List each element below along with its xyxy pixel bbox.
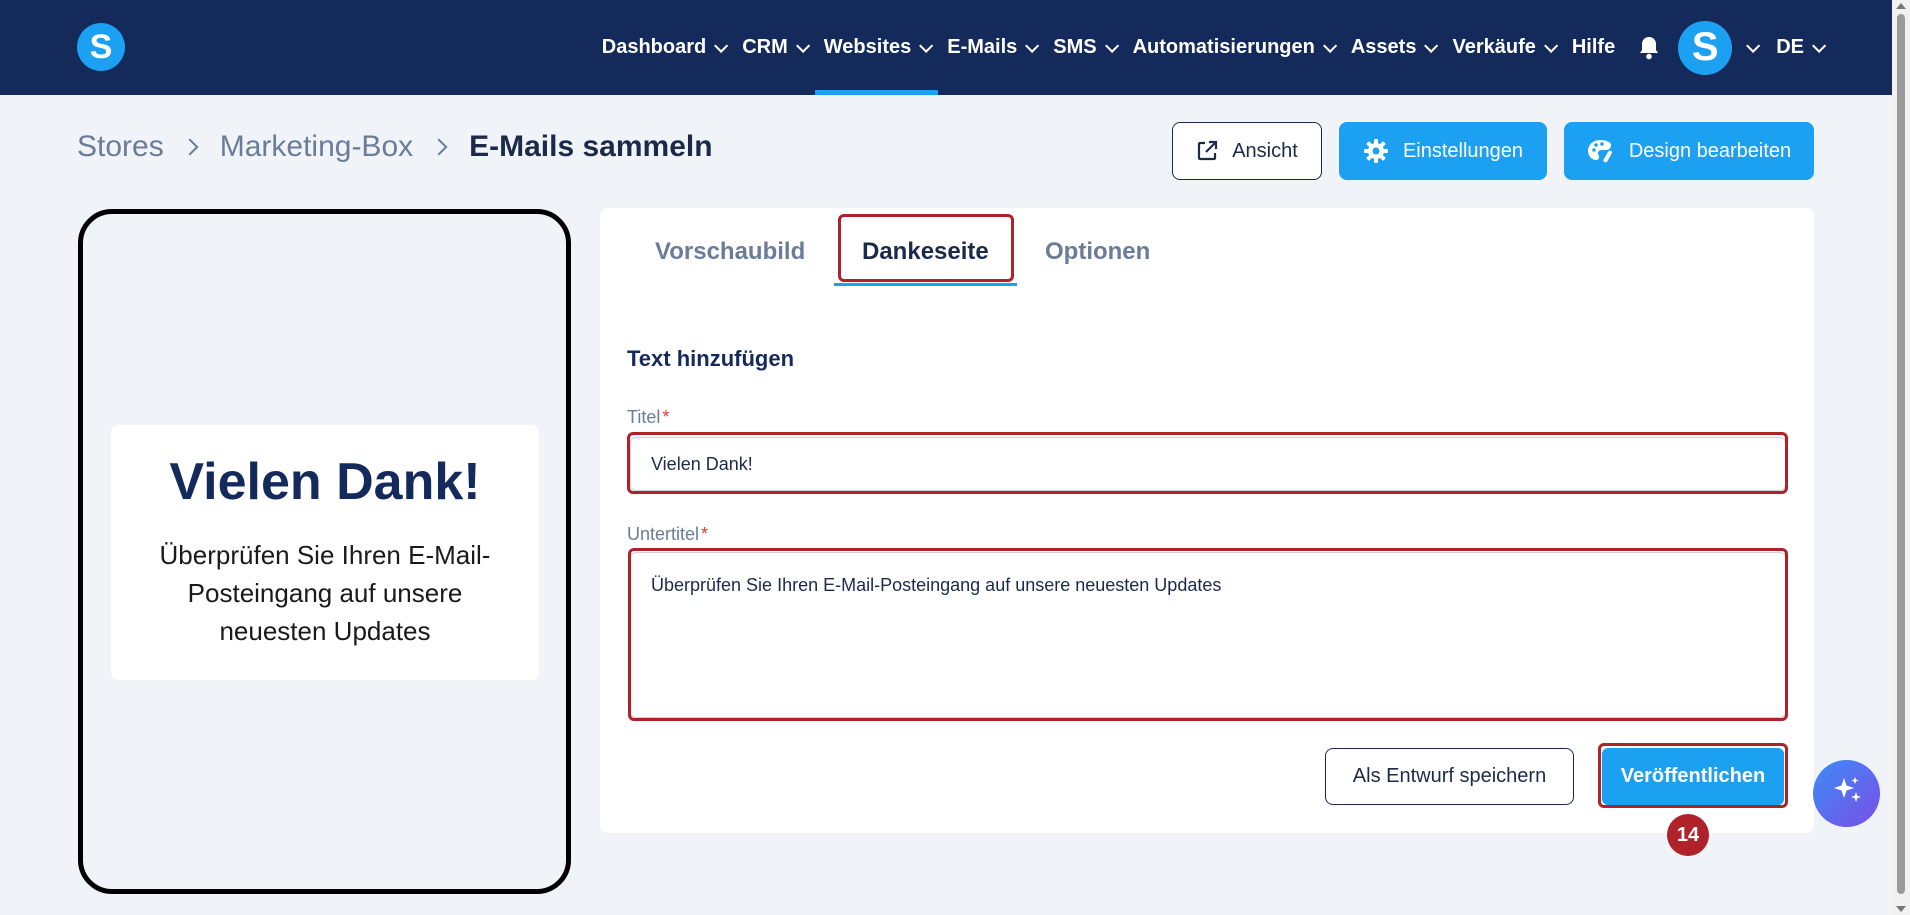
- view-button[interactable]: Ansicht: [1172, 122, 1322, 180]
- chevron-down-icon: [714, 38, 729, 53]
- active-tab-indicator: [834, 283, 1017, 286]
- logo[interactable]: S: [77, 23, 125, 71]
- page-title: E-Mails sammeln: [469, 130, 713, 163]
- palette-icon: [1587, 138, 1615, 164]
- nav-item-label: CRM: [742, 36, 788, 58]
- subtitle-field-label: Untertitel *: [627, 524, 708, 545]
- preview-title: Vielen Dank!: [169, 453, 481, 511]
- nav-item-sales[interactable]: Verkäufe: [1443, 0, 1562, 95]
- tab-options[interactable]: Optionen: [1045, 238, 1150, 266]
- nav-item-label: Hilfe: [1571, 36, 1616, 58]
- required-marker: *: [662, 407, 670, 427]
- chevron-down-icon: [1025, 38, 1040, 53]
- chevron-down-icon: [795, 38, 810, 53]
- title-label-text: Titel: [627, 407, 661, 427]
- subtitle-textarea[interactable]: Überprüfen Sie Ihren E-Mail-Posteingang …: [630, 552, 1786, 718]
- preview-subtitle: Überprüfen Sie Ihren E-Mail-Posteingang …: [159, 540, 491, 646]
- chevron-down-icon[interactable]: [1746, 38, 1761, 53]
- chevron-down-icon: [919, 38, 934, 53]
- nav-item-label: Automatisierungen: [1132, 36, 1315, 58]
- publish-label: Veröffentlichen: [1620, 765, 1766, 787]
- external-link-icon: [1196, 140, 1218, 162]
- publish-button[interactable]: Veröffentlichen: [1602, 748, 1784, 805]
- nav-item-label: Dashboard: [601, 36, 707, 58]
- edit-design-button[interactable]: Design bearbeiten: [1564, 122, 1814, 180]
- chevron-down-icon: [1424, 38, 1439, 53]
- nav-item-label: SMS: [1053, 36, 1097, 58]
- nav-item-help[interactable]: Hilfe: [1563, 0, 1624, 95]
- required-marker: *: [701, 524, 709, 544]
- nav-item-automations[interactable]: Automatisierungen: [1124, 0, 1342, 95]
- sparkles-icon: [1830, 774, 1864, 813]
- nav-item-dashboard[interactable]: Dashboard: [593, 0, 733, 95]
- title-input[interactable]: Vielen Dank!: [630, 437, 1786, 491]
- title-field-label: Titel *: [627, 407, 669, 428]
- chevron-down-icon: [1322, 38, 1338, 53]
- scroll-down-arrow-icon[interactable]: [1896, 906, 1906, 912]
- nav-item-crm[interactable]: CRM: [733, 0, 815, 95]
- save-draft-label: Als Entwurf speichern: [1352, 765, 1547, 787]
- chevron-right-icon: [430, 138, 448, 156]
- nav-menu: Dashboard CRM Websites E-Mails SMS Autom…: [593, 0, 1827, 95]
- nav-item-label: Verkäufe: [1452, 36, 1536, 58]
- chevron-right-icon: [181, 138, 199, 156]
- subtitle-textarea-value: Überprüfen Sie Ihren E-Mail-Posteingang …: [651, 575, 1222, 595]
- gear-icon: [1363, 138, 1389, 164]
- subtitle-label-text: Untertitel: [627, 524, 700, 544]
- section-title: Text hinzufügen: [627, 346, 795, 371]
- step-number-badge: 14: [1667, 814, 1709, 856]
- nav-item-label: Websites: [823, 36, 912, 58]
- language-selector[interactable]: DE: [1776, 0, 1827, 95]
- scrollbar-thumb[interactable]: [1897, 14, 1905, 894]
- view-button-label: Ansicht: [1232, 139, 1298, 162]
- settings-button[interactable]: Einstellungen: [1339, 122, 1547, 180]
- avatar[interactable]: S: [1678, 20, 1733, 75]
- language-label: DE: [1776, 36, 1804, 58]
- top-navigation: S Dashboard CRM Websites E-Mails SMS Aut…: [0, 0, 1892, 95]
- edit-design-button-label: Design bearbeiten: [1628, 139, 1792, 162]
- scrollbar[interactable]: [1892, 0, 1910, 915]
- scroll-up-arrow-icon[interactable]: [1896, 3, 1906, 9]
- save-draft-button[interactable]: Als Entwurf speichern: [1325, 748, 1574, 805]
- breadcrumb: Stores Marketing-Box E-Mails sammeln: [77, 130, 713, 164]
- tab-thank-you-page[interactable]: Dankeseite: [862, 238, 989, 266]
- chevron-down-icon: [1812, 38, 1827, 53]
- nav-item-emails[interactable]: E-Mails: [938, 0, 1044, 95]
- title-input-value: Vielen Dank!: [651, 453, 753, 474]
- logo-letter: S: [89, 27, 113, 66]
- nav-item-assets[interactable]: Assets: [1342, 0, 1444, 95]
- breadcrumb-stores[interactable]: Stores: [77, 130, 164, 164]
- nav-item-label: E-Mails: [947, 36, 1018, 58]
- ai-assistant-button[interactable]: [1813, 760, 1880, 827]
- chevron-down-icon: [1543, 38, 1559, 53]
- editor-panel: [600, 208, 1814, 833]
- avatar-letter: S: [1691, 25, 1719, 69]
- chevron-down-icon: [1104, 38, 1119, 53]
- nav-item-websites[interactable]: Websites: [814, 0, 939, 95]
- bell-icon[interactable]: [1632, 0, 1666, 95]
- settings-button-label: Einstellungen: [1402, 139, 1524, 162]
- tab-preview-image[interactable]: Vorschaubild: [655, 238, 805, 266]
- breadcrumb-marketing-box[interactable]: Marketing-Box: [220, 130, 413, 164]
- nav-item-label: Assets: [1350, 36, 1417, 58]
- nav-item-sms[interactable]: SMS: [1044, 0, 1123, 95]
- thank-you-preview-card: Vielen Dank! Überprüfen Sie Ihren E-Mail…: [111, 425, 539, 680]
